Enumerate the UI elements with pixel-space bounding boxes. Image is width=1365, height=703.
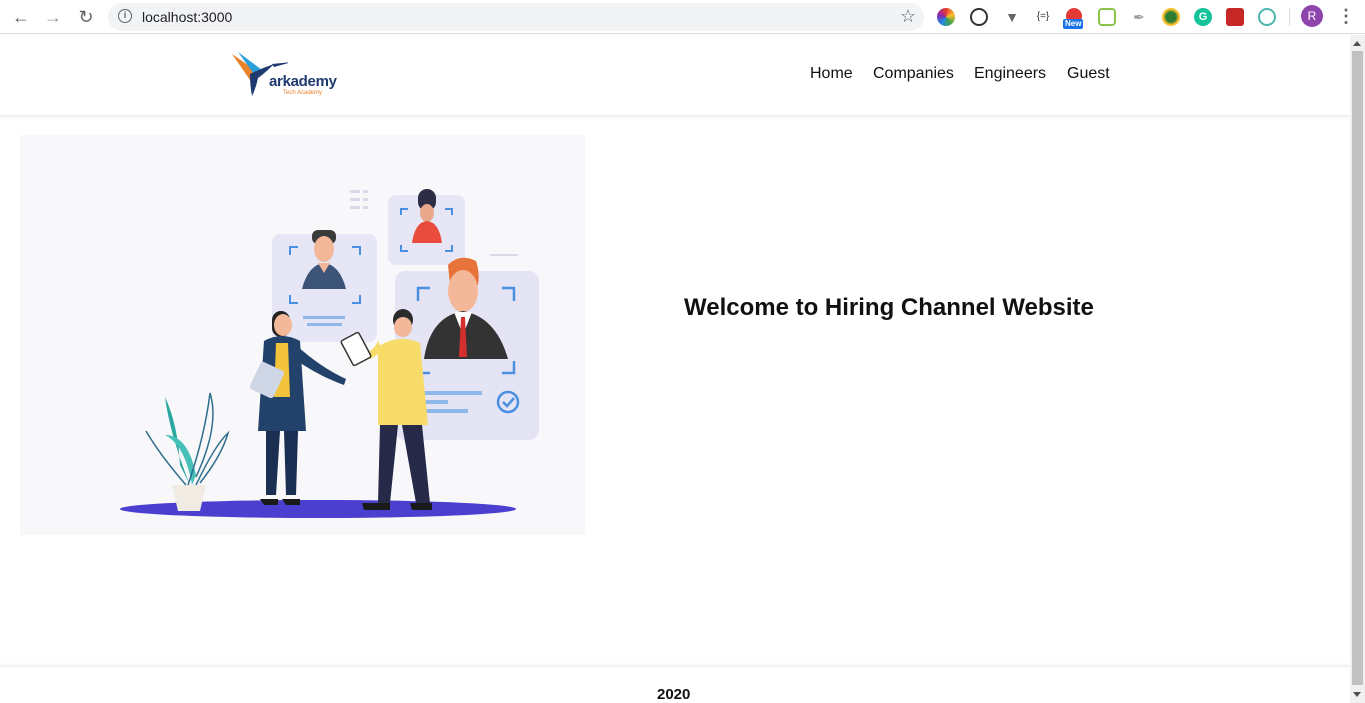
toolbar-separator (1289, 8, 1290, 26)
back-icon[interactable]: ← (9, 5, 33, 29)
browser-toolbar: ← → ↻ i localhost:3000 ☆ ▼ {=} New ✒ G R… (0, 0, 1365, 34)
globe-extension-icon[interactable] (1162, 8, 1180, 26)
feather-extension-icon[interactable]: ✒ (1130, 8, 1148, 26)
site-header: arkademy Tech Academy Home Companies Eng… (0, 35, 1350, 115)
nav-engineers[interactable]: Engineers (974, 65, 1046, 83)
footer-year: 2020 (657, 686, 691, 703)
scroll-up-arrow-icon[interactable] (1353, 41, 1361, 46)
logo-wordmark: arkademy (269, 73, 337, 90)
arkademy-logo[interactable]: arkademy Tech Academy (228, 50, 348, 102)
json-viewer-icon[interactable]: {=} (1034, 8, 1052, 26)
screenshot-extension-icon[interactable] (1226, 8, 1244, 26)
hiring-illustration-svg (120, 189, 539, 518)
profile-avatar[interactable]: R (1301, 5, 1323, 27)
hiring-illustration (20, 135, 585, 535)
nav-guest[interactable]: Guest (1067, 65, 1110, 83)
bookmark-star-icon[interactable]: ☆ (900, 6, 916, 27)
reload-icon[interactable]: ↻ (74, 5, 98, 29)
address-bar[interactable]: i localhost:3000 ☆ (108, 3, 924, 31)
page-viewport: arkademy Tech Academy Home Companies Eng… (0, 35, 1350, 703)
page-scrollbar[interactable] (1350, 35, 1365, 703)
site-footer: 2020 (0, 667, 1350, 703)
new-badge: New (1063, 19, 1084, 29)
scroll-down-arrow-icon[interactable] (1353, 692, 1361, 697)
nodejs-extension-icon[interactable] (1098, 8, 1116, 26)
scroll-thumb[interactable] (1352, 51, 1363, 685)
sync-extension-icon[interactable] (970, 8, 988, 26)
nav-home[interactable]: Home (810, 65, 853, 83)
vue-devtools-icon[interactable]: ▼ (1003, 8, 1021, 26)
url-text[interactable]: localhost:3000 (142, 9, 232, 25)
menu-kebab-icon[interactable]: ⋮ (1337, 6, 1355, 27)
nav-companies[interactable]: Companies (873, 65, 954, 83)
welcome-heading: Welcome to Hiring Channel Website (684, 294, 1094, 321)
grammarly-icon[interactable]: G (1194, 8, 1212, 26)
logo-tagline: Tech Academy (283, 90, 323, 96)
site-info-icon[interactable]: i (118, 9, 132, 23)
target-extension-icon[interactable] (1258, 8, 1276, 26)
color-picker-extension-icon[interactable] (937, 8, 955, 26)
forward-icon[interactable]: → (41, 5, 65, 29)
